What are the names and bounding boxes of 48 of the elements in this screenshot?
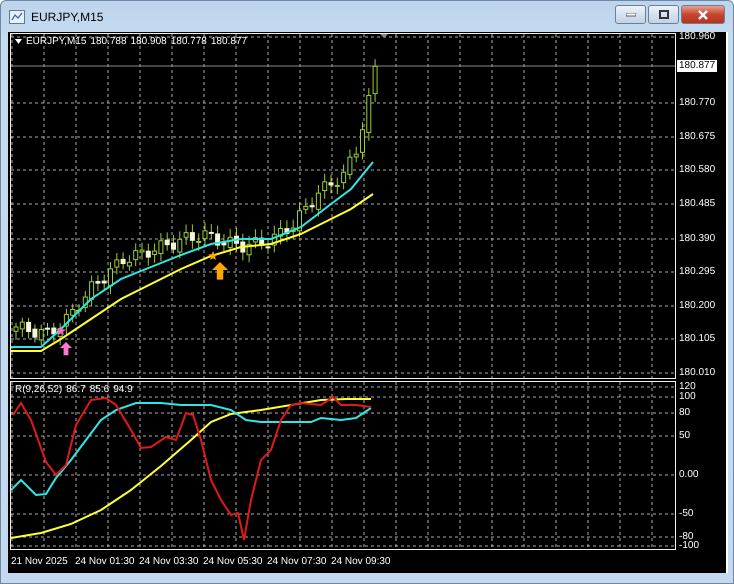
time-axis-label: 24 Nov 09:30: [331, 556, 392, 567]
dropdown-triangle-icon[interactable]: [15, 39, 22, 44]
indicator-axis-label: 0.00: [679, 469, 698, 481]
price-axis-label: 180.770: [679, 97, 716, 109]
price-axis-label: 180.580: [679, 164, 716, 176]
symbol-label: EURJPY,M15: [26, 36, 86, 47]
minimize-button[interactable]: [615, 5, 646, 24]
up-arrow-icon: [212, 262, 228, 280]
indicator-axis-label: -50: [679, 508, 694, 520]
time-axis-label: 21 Nov 2025: [11, 556, 69, 567]
star-icon: [208, 251, 218, 260]
minimize-icon: [626, 12, 636, 16]
price-value: 180.877: [210, 36, 248, 47]
indicator-value: 85.6: [90, 384, 110, 395]
price-axis-label: 180.010: [679, 367, 716, 379]
price-value: 180.778: [170, 36, 207, 47]
maximize-button[interactable]: [648, 5, 679, 24]
indicator-value: 86.7: [66, 384, 86, 395]
time-axis-label: 24 Nov 03:30: [139, 556, 200, 567]
indicator-axis-label: 80: [679, 407, 690, 419]
indicator-axis-label: 100: [679, 391, 696, 403]
indicator-value: 94.9: [113, 384, 133, 395]
window-title: EURJPY,M15: [31, 10, 104, 24]
time-axis-label: 24 Nov 05:30: [203, 556, 264, 567]
indicator-axis-label: -100: [679, 540, 700, 552]
price-axis-label: 180.960: [679, 31, 716, 43]
price-axis-label: 180.675: [679, 131, 716, 143]
indicator-axis-label: 120: [679, 381, 696, 392]
indicator-axis-label: 50: [679, 430, 690, 442]
shift-marker-icon: [380, 34, 388, 38]
price-axis-label: 180.105: [679, 333, 716, 345]
indicator-axis-label: -80: [679, 531, 694, 542]
indicator-name: R(9,26,52): [15, 384, 62, 395]
up-arrow-icon: [60, 342, 72, 356]
time-axis-label: 24 Nov 01:30: [75, 556, 136, 567]
price-axis-label: 180.200: [679, 300, 716, 312]
maximize-icon: [658, 10, 668, 19]
price-axis-label: 180.295: [679, 266, 716, 278]
star-icon: [56, 326, 66, 335]
price-value: 180.908: [130, 36, 167, 47]
current-price-tag: 180.877: [677, 60, 718, 72]
close-button[interactable]: [681, 5, 725, 24]
price-value: 180.788: [90, 36, 127, 47]
time-axis-label: 24 Nov 07:30: [267, 556, 328, 567]
price-axis-label: 180.485: [679, 198, 716, 210]
chart-window-icon: [9, 10, 25, 24]
price-axis-label: 180.390: [679, 233, 716, 245]
close-icon: [697, 10, 709, 20]
